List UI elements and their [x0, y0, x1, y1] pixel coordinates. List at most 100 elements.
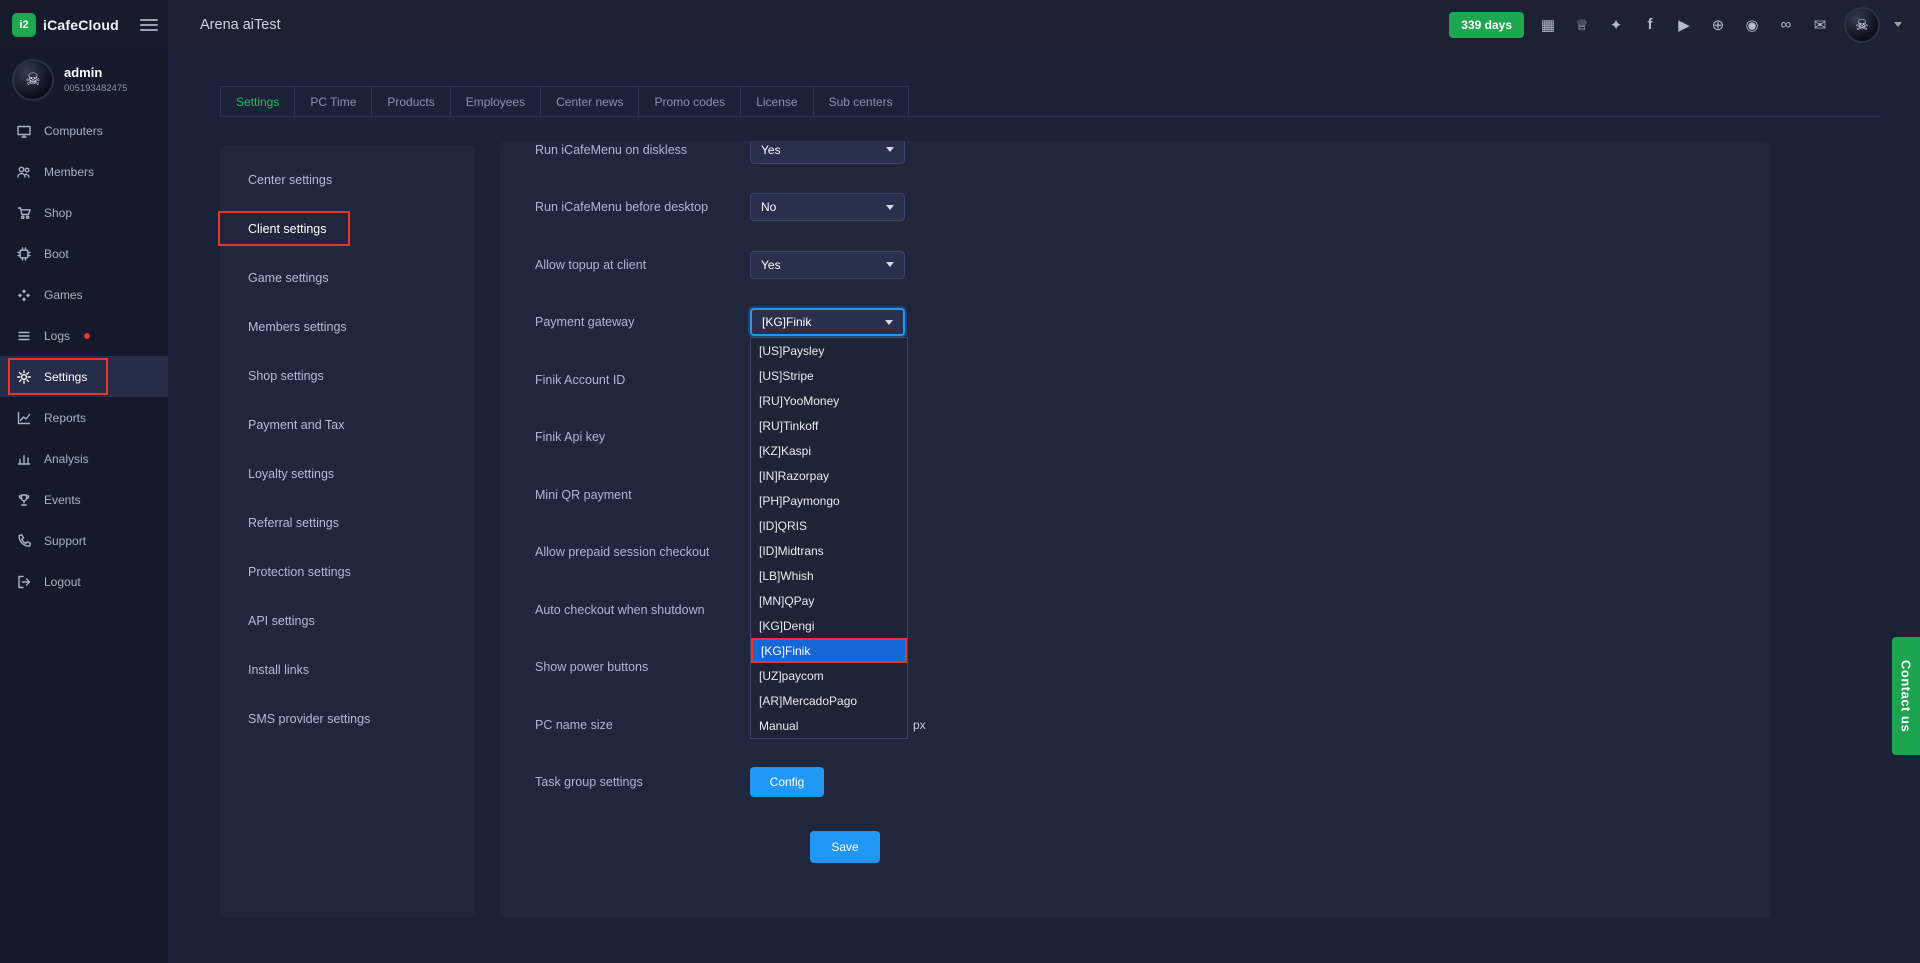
settings-nav-payment-and-tax[interactable]: Payment and Tax [220, 400, 475, 449]
gamepad-icon [16, 287, 32, 303]
contact-us-tab[interactable]: Contact us [1892, 637, 1920, 755]
tab-employees[interactable]: Employees [450, 86, 541, 116]
sidebar-item-label: Logs [44, 329, 70, 343]
settings-nav-game-settings[interactable]: Game settings [220, 253, 475, 302]
dropdown-option[interactable]: [ID]QRIS [751, 513, 907, 538]
list-icon [16, 328, 32, 344]
sidebar-item-label: Shop [44, 206, 72, 220]
config-button[interactable]: Config [750, 767, 824, 797]
settings-nav-referral-settings[interactable]: Referral settings [220, 498, 475, 547]
dropdown-option[interactable]: Manual [751, 713, 907, 738]
dropdown-option[interactable]: [ID]Midtrans [751, 538, 907, 563]
dropdown-option[interactable]: [LB]Whish [751, 563, 907, 588]
license-days-badge[interactable]: 339 days [1449, 12, 1524, 38]
chevron-down-icon[interactable] [1894, 22, 1902, 27]
allow-topup-at-client-select[interactable]: Yes [750, 251, 905, 279]
mail-icon[interactable]: ✉ [1810, 16, 1830, 34]
settings-nav-label: Client settings [248, 222, 327, 236]
dropdown-option[interactable]: [AR]MercadoPago [751, 688, 907, 713]
topbar-logo-area: i2 iCafeCloud [0, 0, 168, 49]
field-label: Auto checkout when shutdown [535, 603, 750, 617]
user-id: 005193482475 [64, 83, 127, 94]
dropdown-option-selected[interactable]: [KG]Finik [751, 638, 907, 663]
tab-products[interactable]: Products [371, 86, 450, 116]
settings-nav-sms-provider-settings[interactable]: SMS provider settings [220, 694, 475, 743]
sidebar: ☠ admin 005193482475 Computers Members S… [0, 49, 168, 963]
sidebar-item-settings[interactable]: Settings [0, 356, 168, 397]
px-suffix: px [913, 718, 926, 732]
sidebar-item-games[interactable]: Games [0, 274, 168, 315]
save-button[interactable]: Save [810, 831, 880, 863]
chevron-down-icon [886, 147, 894, 152]
sidebar-item-support[interactable]: Support [0, 520, 168, 561]
tab-settings[interactable]: Settings [220, 86, 295, 116]
topbar-actions: 339 days ▦ ♕ ✦ f ▶ ⊕ ◉ ∞ ✉ ☠ [1449, 7, 1920, 43]
facebook-icon[interactable]: f [1640, 16, 1660, 33]
app-name: iCafeCloud [43, 17, 119, 33]
sidebar-item-members[interactable]: Members [0, 151, 168, 192]
form-row: Run iCafeMenu before desktop No [535, 179, 1770, 237]
run-icafemenu-before-desktop-select[interactable]: No [750, 193, 905, 221]
wechat-icon[interactable]: ◉ [1742, 16, 1762, 34]
form-row: Finik Api key [535, 409, 1770, 467]
topbar-avatar[interactable]: ☠ [1844, 7, 1880, 43]
settings-nav-members-settings[interactable]: Members settings [220, 302, 475, 351]
sidebar-item-analysis[interactable]: Analysis [0, 438, 168, 479]
settings-nav-protection-settings[interactable]: Protection settings [220, 547, 475, 596]
dropdown-option[interactable]: [PH]Paymongo [751, 488, 907, 513]
settings-nav-install-links[interactable]: Install links [220, 645, 475, 694]
tab-promo-codes[interactable]: Promo codes [638, 86, 741, 116]
members-icon [16, 164, 32, 180]
reviews-icon[interactable]: ∞ [1776, 16, 1796, 33]
field-label: Allow topup at client [535, 258, 750, 272]
dropdown-option[interactable]: [KZ]Kaspi [751, 438, 907, 463]
tab-center-news[interactable]: Center news [540, 86, 639, 116]
hamburger-menu-icon[interactable] [140, 19, 158, 31]
sidebar-item-events[interactable]: Events [0, 479, 168, 520]
dropdown-option[interactable]: [UZ]paycom [751, 663, 907, 688]
settings-nav-client-settings[interactable]: Client settings [220, 204, 475, 253]
form-row: Allow topup at client Yes [535, 236, 1770, 294]
phone-icon [16, 533, 32, 549]
chevron-down-icon [885, 320, 893, 325]
chevron-down-icon [886, 205, 894, 210]
trophy-icon [16, 492, 32, 508]
settings-nav-center-settings[interactable]: Center settings [220, 155, 475, 204]
tab-pc-time[interactable]: PC Time [294, 86, 372, 116]
form-row: Task group settings Config [535, 754, 1770, 812]
sidebar-item-reports[interactable]: Reports [0, 397, 168, 438]
dropdown-option[interactable]: [MN]QPay [751, 588, 907, 613]
dropdown-option[interactable]: [US]Paysley [751, 338, 907, 363]
dropdown-option[interactable]: [RU]Tinkoff [751, 413, 907, 438]
sidebar-item-label: Events [44, 493, 81, 507]
discord-icon[interactable]: ✦ [1606, 16, 1626, 34]
dropdown-option[interactable]: [US]Stripe [751, 363, 907, 388]
dropdown-option[interactable]: [IN]Razorpay [751, 463, 907, 488]
sidebar-item-label: Settings [44, 370, 87, 384]
sidebar-item-logout[interactable]: Logout [0, 561, 168, 602]
user-avatar: ☠ [12, 59, 54, 101]
tab-license[interactable]: License [740, 86, 813, 116]
form-row: Show power buttons [535, 639, 1770, 697]
sidebar-item-shop[interactable]: Shop [0, 192, 168, 233]
dropdown-option[interactable]: [KG]Dengi [751, 613, 907, 638]
settings-nav-panel: Center settings Client settings Game set… [220, 145, 475, 917]
settings-nav-shop-settings[interactable]: Shop settings [220, 351, 475, 400]
settings-nav-loyalty-settings[interactable]: Loyalty settings [220, 449, 475, 498]
sidebar-item-boot[interactable]: Boot [0, 233, 168, 274]
field-label: Allow prepaid session checkout [535, 545, 750, 559]
trophy-icon[interactable]: ♕ [1572, 16, 1592, 34]
globe-icon[interactable]: ⊕ [1708, 16, 1728, 34]
sidebar-item-logs[interactable]: Logs [0, 315, 168, 356]
dropdown-option[interactable]: [RU]YooMoney [751, 388, 907, 413]
run-icafemenu-on-diskless-select[interactable]: Yes [750, 141, 905, 164]
settings-nav-api-settings[interactable]: API settings [220, 596, 475, 645]
tab-sub-centers[interactable]: Sub centers [813, 86, 909, 116]
sidebar-item-computers[interactable]: Computers [0, 110, 168, 151]
youtube-icon[interactable]: ▶ [1674, 16, 1694, 34]
payment-gateway-select[interactable]: [KG]Finik [750, 308, 905, 336]
stats-icon[interactable]: ▦ [1538, 16, 1558, 34]
user-name: admin [64, 65, 127, 80]
sidebar-item-label: Games [44, 288, 83, 302]
chevron-down-icon [886, 262, 894, 267]
